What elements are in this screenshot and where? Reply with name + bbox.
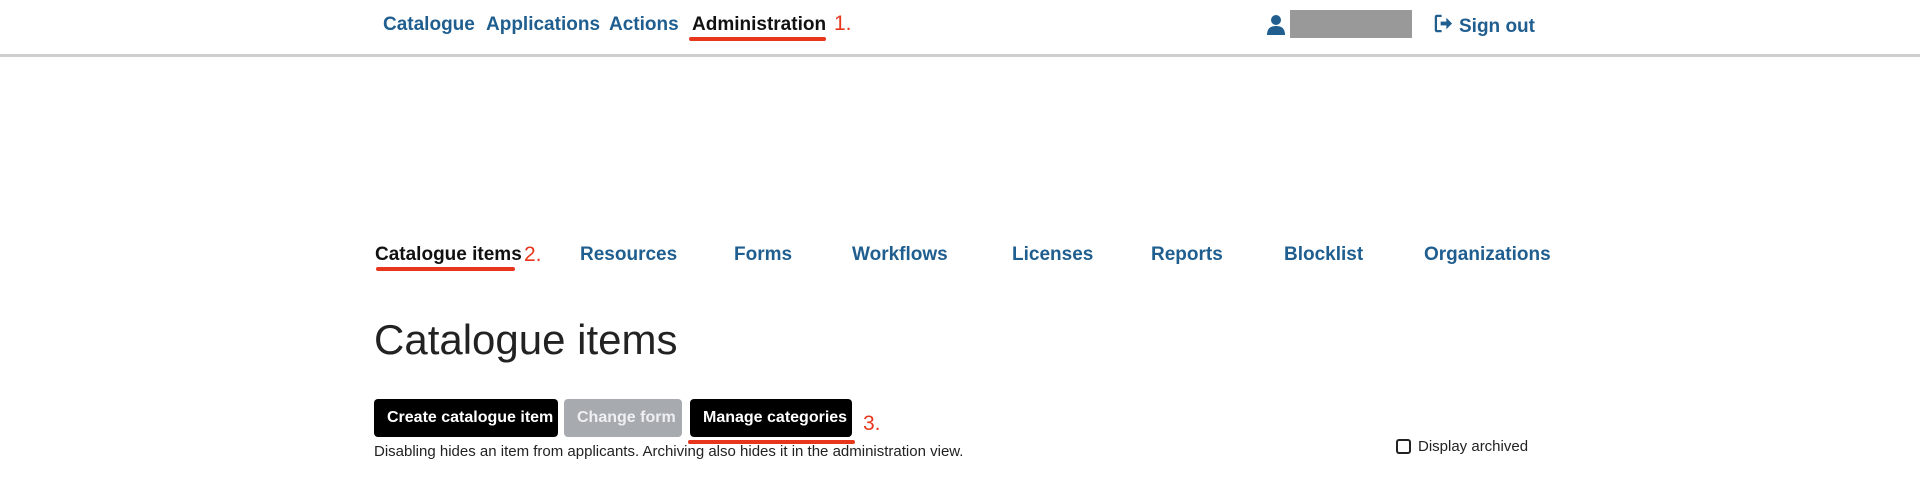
- tab-organizations[interactable]: Organizations: [1424, 244, 1551, 266]
- display-archived-label: Display archived: [1418, 438, 1529, 455]
- annotation-step-2: 2.: [524, 243, 542, 266]
- tab-blocklist[interactable]: Blocklist: [1284, 244, 1363, 266]
- nav-applications[interactable]: Applications: [486, 14, 600, 36]
- tab-catalogue-items[interactable]: Catalogue items: [375, 244, 522, 266]
- annotation-underline-administration: [689, 37, 826, 41]
- page-title: Catalogue items: [374, 316, 678, 363]
- help-text: Disabling hides an item from applicants.…: [374, 443, 964, 460]
- nav-actions[interactable]: Actions: [609, 14, 679, 36]
- sign-out-label: Sign out: [1459, 15, 1535, 37]
- top-navbar: Catalogue Applications Actions Administr…: [0, 0, 1920, 57]
- manage-categories-button[interactable]: Manage categories: [690, 399, 852, 437]
- tab-reports[interactable]: Reports: [1151, 244, 1223, 266]
- tab-workflows[interactable]: Workflows: [852, 244, 948, 266]
- nav-administration[interactable]: Administration: [692, 14, 826, 36]
- annotation-step-1: 1.: [834, 12, 852, 35]
- change-form-button[interactable]: Change form: [564, 399, 682, 437]
- annotation-underline-catalogue-items: [376, 267, 515, 271]
- username-redacted: [1290, 10, 1412, 38]
- display-archived-checkbox[interactable]: [1396, 439, 1411, 454]
- nav-catalogue[interactable]: Catalogue: [383, 14, 475, 36]
- sign-out-link[interactable]: Sign out: [1434, 14, 1535, 39]
- tab-resources[interactable]: Resources: [580, 244, 677, 266]
- user-icon: [1267, 14, 1285, 36]
- create-catalogue-item-button[interactable]: Create catalogue item: [374, 399, 558, 437]
- annotation-step-3: 3.: [863, 412, 881, 435]
- tab-forms[interactable]: Forms: [734, 244, 792, 266]
- tab-licenses[interactable]: Licenses: [1012, 244, 1093, 266]
- display-archived-toggle[interactable]: Display archived: [1396, 438, 1528, 455]
- sign-out-icon: [1434, 14, 1453, 39]
